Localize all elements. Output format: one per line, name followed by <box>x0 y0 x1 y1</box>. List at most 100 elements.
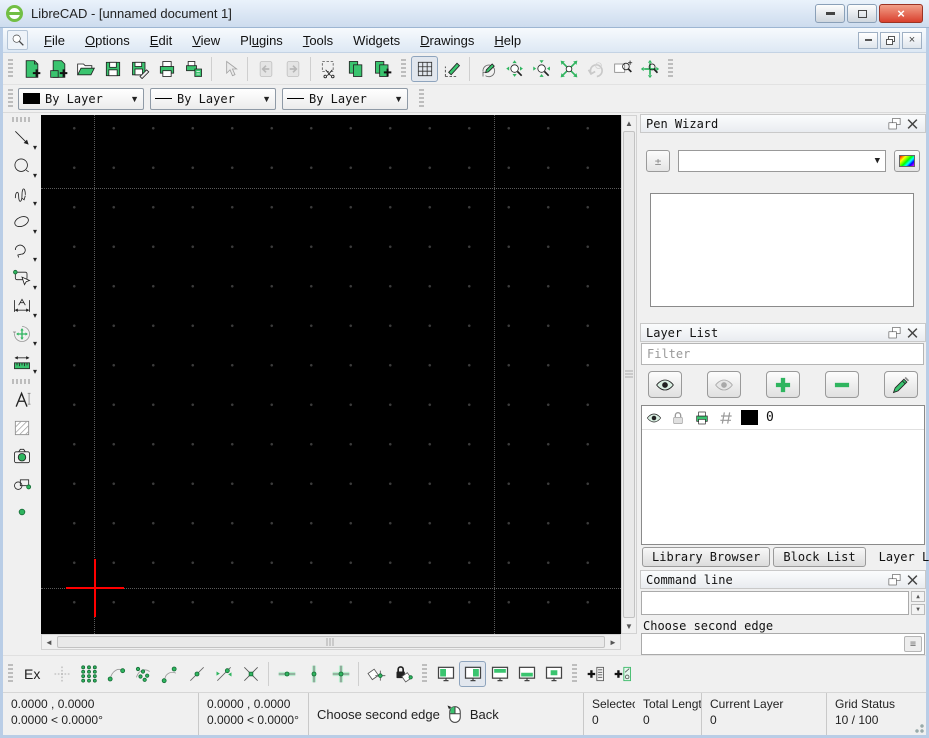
scroll-down-arrow[interactable]: ▼ <box>911 604 925 615</box>
menu-search-button[interactable] <box>7 30 28 50</box>
dimension-tool-button[interactable]: ▾ <box>7 292 37 319</box>
print-button[interactable] <box>153 56 180 82</box>
float-button[interactable] <box>887 326 902 340</box>
close-panel-button[interactable] <box>905 117 920 131</box>
dock-area-bottom-button[interactable] <box>513 661 540 687</box>
close-panel-button[interactable] <box>905 573 920 587</box>
auto-zoom-button[interactable] <box>555 56 582 82</box>
open-document-button[interactable] <box>72 56 99 82</box>
snap-middle-button[interactable] <box>183 661 210 687</box>
snap-exclusive-label[interactable]: Ex <box>24 666 40 682</box>
menu-plugins[interactable]: Plugins <box>230 30 293 51</box>
zoom-pan-button[interactable] <box>636 56 663 82</box>
layer-visible-toggle[interactable] <box>642 410 666 426</box>
tab-block-list[interactable]: Block List <box>773 547 865 567</box>
vertical-scrollbar[interactable]: ▲ ▼ <box>621 115 637 634</box>
restrict-vertical-button[interactable] <box>300 661 327 687</box>
toolbar-grip[interactable] <box>12 117 32 122</box>
add-custom-toolbar-button[interactable] <box>609 661 636 687</box>
add-layer-button[interactable] <box>766 371 800 398</box>
layer-row[interactable]: 0 <box>642 406 924 430</box>
ellipse-tool-button[interactable]: ▾ <box>7 208 37 235</box>
image-tool-button[interactable] <box>7 442 37 469</box>
point-tool-button[interactable] <box>7 498 37 525</box>
circle-tool-button[interactable]: ▾ <box>7 152 37 179</box>
restrict-orthogonal-button[interactable] <box>327 661 354 687</box>
scroll-left-arrow[interactable]: ◄ <box>42 635 56 649</box>
modify-tool-button[interactable]: ▾ <box>7 320 37 347</box>
scroll-down-arrow[interactable]: ▼ <box>622 619 636 633</box>
remove-layer-button[interactable] <box>825 371 859 398</box>
snap-free-button[interactable] <box>48 661 75 687</box>
close-button[interactable]: × <box>879 4 923 23</box>
block-tool-button[interactable] <box>7 470 37 497</box>
scroll-up-arrow[interactable]: ▲ <box>911 591 925 602</box>
snap-distance-button[interactable] <box>210 661 237 687</box>
tab-library-browser[interactable]: Library Browser <box>642 547 770 567</box>
dock-area-right-button[interactable] <box>459 661 486 687</box>
grid-toggle-button[interactable] <box>411 56 438 82</box>
close-panel-button[interactable] <box>905 326 920 340</box>
print-preview-button[interactable] <box>180 56 207 82</box>
menu-edit[interactable]: Edit <box>140 30 182 51</box>
resize-grip[interactable] <box>912 721 924 733</box>
scroll-right-arrow[interactable]: ► <box>606 635 620 649</box>
pen-combo[interactable]: ▼ <box>678 150 886 172</box>
save-button[interactable] <box>99 56 126 82</box>
toolbar-grip[interactable] <box>401 59 406 79</box>
pen-adjust-button[interactable]: ± <box>646 150 670 172</box>
layer-print-toggle[interactable] <box>690 410 714 426</box>
menu-options[interactable]: Options <box>75 30 140 51</box>
new-document-button[interactable] <box>18 56 45 82</box>
toolbar-grip[interactable] <box>422 664 427 684</box>
draft-mode-button[interactable] <box>438 56 465 82</box>
layer-construction-toggle[interactable] <box>714 410 738 426</box>
toolbar-grip[interactable] <box>12 379 32 384</box>
minimize-button[interactable] <box>815 4 845 23</box>
redraw-button[interactable] <box>474 56 501 82</box>
previous-view-button[interactable] <box>582 56 609 82</box>
dock-area-left-button[interactable] <box>432 661 459 687</box>
mdi-close-button[interactable]: × <box>902 32 922 49</box>
measure-tool-button[interactable]: ▾ <box>7 348 37 375</box>
line-width-combo[interactable]: By Layer ▼ <box>150 88 276 110</box>
lock-relative-zero-button[interactable] <box>390 661 417 687</box>
undo-button[interactable] <box>252 56 279 82</box>
toolbar-grip[interactable] <box>572 664 577 684</box>
menu-file[interactable]: File <box>34 30 75 51</box>
zoom-out-button[interactable] <box>528 56 555 82</box>
restrict-horizontal-button[interactable] <box>273 661 300 687</box>
float-button[interactable] <box>887 117 902 131</box>
selection-pointer-button[interactable] <box>216 56 243 82</box>
toolbar-grip[interactable] <box>8 59 13 79</box>
toolbar-grip[interactable] <box>8 664 13 684</box>
menu-help[interactable]: Help <box>484 30 531 51</box>
mdi-restore-button[interactable] <box>880 32 900 49</box>
menu-tools[interactable]: Tools <box>293 30 343 51</box>
color-combo[interactable]: By Layer ▼ <box>18 88 144 110</box>
dock-area-floating-button[interactable] <box>540 661 567 687</box>
polyline-tool-button[interactable]: ▾ <box>7 236 37 263</box>
curve-tool-button[interactable]: ▾ <box>7 180 37 207</box>
snap-on-entity-button[interactable] <box>129 661 156 687</box>
zoom-in-button[interactable] <box>501 56 528 82</box>
menu-widgets[interactable]: Widgets <box>343 30 410 51</box>
toolbar-grip[interactable] <box>8 89 13 109</box>
layer-filter-input[interactable] <box>641 343 924 365</box>
text-tool-button[interactable] <box>7 386 37 413</box>
vertical-scroll-thumb[interactable] <box>623 131 635 618</box>
redo-button[interactable] <box>279 56 306 82</box>
modify-layer-button[interactable] <box>884 371 918 398</box>
maximize-button[interactable] <box>847 4 877 23</box>
mdi-minimize-button[interactable] <box>858 32 878 49</box>
add-custom-widget-button[interactable] <box>582 661 609 687</box>
paste-button[interactable] <box>369 56 396 82</box>
snap-intersection-button[interactable] <box>237 661 264 687</box>
horizontal-scroll-thumb[interactable] <box>57 636 605 648</box>
hatch-tool-button[interactable] <box>7 414 37 441</box>
line-type-combo[interactable]: By Layer ▼ <box>282 88 408 110</box>
color-picker-button[interactable] <box>894 150 920 172</box>
horizontal-scrollbar[interactable]: ◄ ► <box>41 634 621 650</box>
pen-wizard-list[interactable] <box>650 193 914 307</box>
new-from-template-button[interactable] <box>45 56 72 82</box>
